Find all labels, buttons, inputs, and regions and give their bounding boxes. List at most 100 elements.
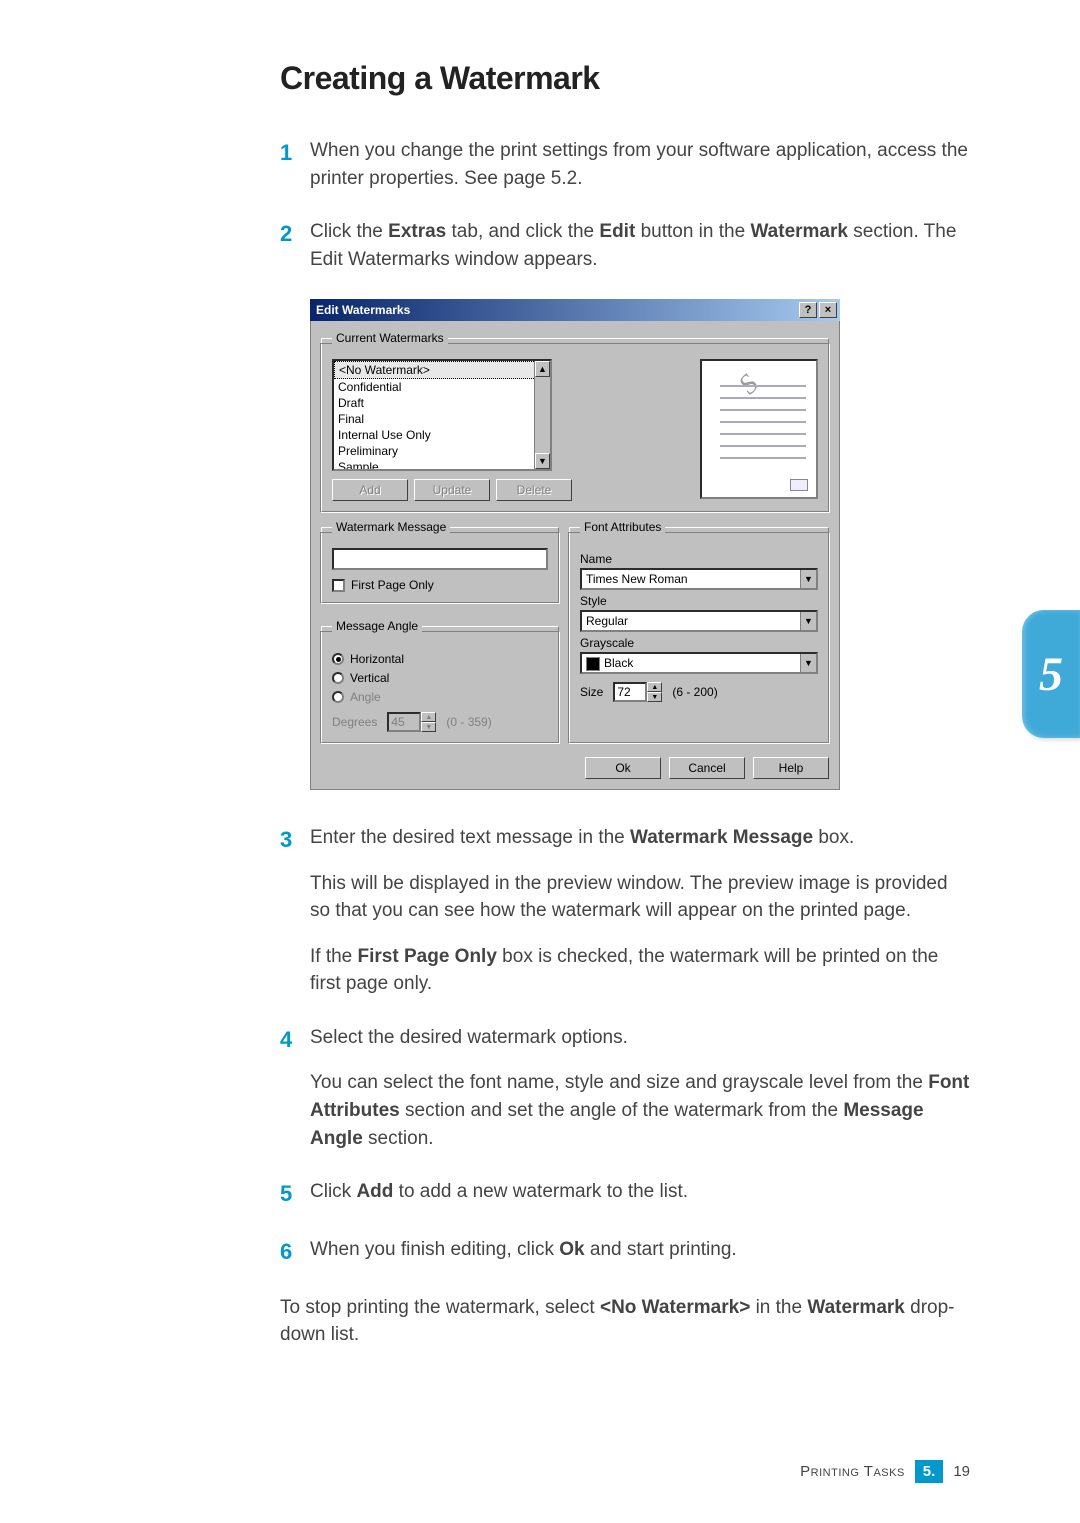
size-stepper[interactable]: ▲▼ xyxy=(613,682,662,702)
listbox-scrollbar[interactable]: ▲ ▼ xyxy=(534,361,550,469)
radio-label: Vertical xyxy=(350,671,389,685)
footer-chapter-box: 5. xyxy=(915,1460,944,1483)
step-5: 5 Click Add to add a new watermark to th… xyxy=(280,1178,970,1210)
radio-horizontal[interactable]: Horizontal xyxy=(332,652,548,666)
watermark-preview: S xyxy=(700,359,818,499)
ok-button[interactable]: Ok xyxy=(585,757,661,779)
t: Click xyxy=(310,1181,356,1202)
t: Enter the desired text message in the xyxy=(310,827,630,848)
spin-down-icon[interactable]: ▼ xyxy=(421,722,436,732)
current-watermarks-group: Current Watermarks <No Watermark> Confid… xyxy=(321,331,829,512)
t: You can select the font name, style and … xyxy=(310,1072,928,1093)
grayscale-select[interactable]: Black ▼ xyxy=(580,652,818,674)
t: and start printing. xyxy=(585,1239,737,1260)
t: tab, and click the xyxy=(446,221,599,242)
footer-page-number: 19 xyxy=(953,1463,970,1480)
t: Watermark xyxy=(807,1297,905,1318)
paper-icon xyxy=(790,479,808,491)
scroll-up-icon[interactable]: ▲ xyxy=(535,361,550,377)
degrees-stepper[interactable]: ▲▼ xyxy=(387,712,436,732)
t: Watermark xyxy=(750,221,848,242)
radio-angle[interactable]: Angle xyxy=(332,690,548,704)
page-title: Creating a Watermark xyxy=(280,60,970,97)
step-3: 3 Enter the desired text message in the … xyxy=(280,824,970,998)
cancel-button[interactable]: Cancel xyxy=(669,757,745,779)
final-note: To stop printing the watermark, select <… xyxy=(280,1294,970,1349)
list-item[interactable]: Draft xyxy=(334,395,550,411)
chevron-down-icon: ▼ xyxy=(800,612,816,630)
font-style-select[interactable]: Regular ▼ xyxy=(580,610,818,632)
list-item[interactable]: Sample xyxy=(334,459,550,471)
step-5-body: Click Add to add a new watermark to the … xyxy=(310,1178,970,1210)
watermarks-listbox[interactable]: <No Watermark> Confidential Draft Final … xyxy=(332,359,552,471)
footer-section-name: Printing Tasks xyxy=(800,1463,905,1480)
update-button[interactable]: Update xyxy=(414,479,490,501)
edit-watermarks-dialog: Edit Watermarks ? × Current Watermarks <… xyxy=(310,299,840,790)
list-item[interactable]: Final xyxy=(334,411,550,427)
step-6: 6 When you finish editing, click Ok and … xyxy=(280,1236,970,1268)
t: When you finish editing, click xyxy=(310,1239,559,1260)
radio-icon xyxy=(332,672,344,684)
chevron-down-icon: ▼ xyxy=(800,654,816,672)
radio-icon xyxy=(332,653,344,665)
size-label: Size xyxy=(580,685,603,699)
chevron-down-icon: ▼ xyxy=(800,570,816,588)
watermark-message-input[interactable] xyxy=(332,548,548,570)
t: Select the desired watermark options. xyxy=(310,1024,970,1052)
t: to add a new watermark to the list. xyxy=(393,1181,688,1202)
t: First Page Only xyxy=(358,946,497,967)
step-4-body: Select the desired watermark options. Yo… xyxy=(310,1024,970,1152)
dialog-title: Edit Watermarks xyxy=(316,303,410,317)
add-button[interactable]: Add xyxy=(332,479,408,501)
legend-font: Font Attributes xyxy=(580,520,665,534)
step-3-num: 3 xyxy=(280,824,310,998)
step-1-body: When you change the print settings from … xyxy=(310,137,970,192)
t: section. xyxy=(363,1128,434,1149)
t: Add xyxy=(356,1181,393,1202)
degrees-input[interactable] xyxy=(387,712,421,732)
t: If the xyxy=(310,946,358,967)
step-1: 1 When you change the print settings fro… xyxy=(280,137,970,192)
list-item[interactable]: Preliminary xyxy=(334,443,550,459)
step-4-num: 4 xyxy=(280,1024,310,1152)
font-style-value: Regular xyxy=(586,614,628,628)
list-item[interactable]: <No Watermark> xyxy=(334,361,550,379)
message-angle-group: Message Angle Horizontal Vertical Angle … xyxy=(321,619,559,743)
list-item[interactable]: Internal Use Only xyxy=(334,427,550,443)
radio-label: Horizontal xyxy=(350,652,404,666)
scroll-down-icon[interactable]: ▼ xyxy=(535,453,550,469)
t: box. xyxy=(813,827,854,848)
degrees-range: (0 - 359) xyxy=(446,715,491,729)
step-4: 4 Select the desired watermark options. … xyxy=(280,1024,970,1152)
first-page-label: First Page Only xyxy=(351,578,434,592)
radio-icon xyxy=(332,691,344,703)
step-2-num: 2 xyxy=(280,218,310,273)
degrees-label: Degrees xyxy=(332,715,377,729)
radio-label: Angle xyxy=(350,690,381,704)
grayscale-value: Black xyxy=(604,656,633,670)
t: To stop printing the watermark, select xyxy=(280,1297,600,1318)
legend-msg: Watermark Message xyxy=(332,520,450,534)
chapter-tab: 5 xyxy=(1022,610,1080,738)
spin-up-icon[interactable]: ▲ xyxy=(647,682,662,692)
font-name-select[interactable]: Times New Roman▼ xyxy=(580,568,818,590)
help-button[interactable]: Help xyxy=(753,757,829,779)
step-2: 2 Click the Extras tab, and click the Ed… xyxy=(280,218,970,273)
spin-down-icon[interactable]: ▼ xyxy=(647,692,662,702)
grayscale-label: Grayscale xyxy=(580,636,818,650)
radio-vertical[interactable]: Vertical xyxy=(332,671,548,685)
name-label: Name xyxy=(580,552,818,566)
size-input[interactable] xyxy=(613,682,647,702)
spin-up-icon[interactable]: ▲ xyxy=(421,712,436,722)
first-page-only-checkbox[interactable]: First Page Only xyxy=(332,578,548,592)
t: Ok xyxy=(559,1239,584,1260)
step-5-num: 5 xyxy=(280,1178,310,1210)
t: in the xyxy=(750,1297,807,1318)
delete-button[interactable]: Delete xyxy=(496,479,572,501)
step-3-body: Enter the desired text message in the Wa… xyxy=(310,824,970,998)
size-range: (6 - 200) xyxy=(672,685,717,699)
t: Watermark Message xyxy=(630,827,813,848)
help-icon[interactable]: ? xyxy=(799,302,817,318)
close-icon[interactable]: × xyxy=(819,302,837,318)
list-item[interactable]: Confidential xyxy=(334,379,550,395)
